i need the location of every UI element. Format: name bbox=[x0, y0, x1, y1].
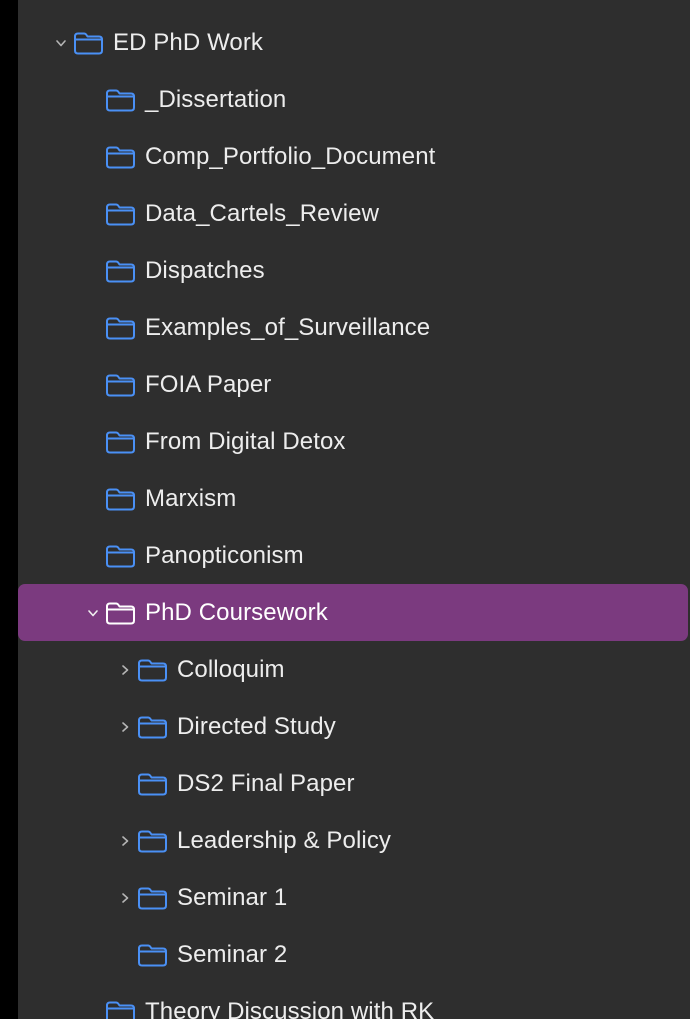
folder-icon bbox=[105, 202, 136, 226]
folder-label: From Digital Detox bbox=[145, 427, 346, 455]
tree-row[interactable]: Seminar 1 bbox=[18, 869, 688, 926]
chevron-right-icon[interactable] bbox=[118, 663, 132, 677]
folder-label: Colloquim bbox=[177, 655, 285, 683]
chevron-down-icon[interactable] bbox=[54, 36, 68, 50]
folder-icon bbox=[137, 658, 168, 682]
tree-row[interactable]: FOIA Paper bbox=[18, 356, 688, 413]
folder-icon bbox=[105, 487, 136, 511]
folder-label: DS2 Final Paper bbox=[177, 769, 355, 797]
folder-label: Dispatches bbox=[145, 256, 265, 284]
folder-icon bbox=[137, 943, 168, 967]
tree-row[interactable]: Directed Study bbox=[18, 698, 688, 755]
folder-label: Marxism bbox=[145, 484, 237, 512]
folder-label: Seminar 1 bbox=[177, 883, 288, 911]
tree-row[interactable]: Marxism bbox=[18, 470, 688, 527]
tree-row[interactable]: DS2 Final Paper bbox=[18, 755, 688, 812]
folder-label: Leadership & Policy bbox=[177, 826, 392, 854]
folder-label: ED PhD Work bbox=[113, 28, 264, 56]
chevron-right-icon[interactable] bbox=[118, 891, 132, 905]
tree-row[interactable]: ED PhD Work bbox=[18, 14, 688, 71]
tree-row[interactable]: _Dissertation bbox=[18, 71, 688, 128]
folder-icon bbox=[137, 715, 168, 739]
tree-row[interactable]: PhD Coursework bbox=[18, 584, 688, 641]
tree-row[interactable]: Examples_of_Surveillance bbox=[18, 299, 688, 356]
folder-label: Comp_Portfolio_Document bbox=[145, 142, 436, 170]
folder-label: Data_Cartels_Review bbox=[145, 199, 380, 227]
folder-icon bbox=[105, 259, 136, 283]
folder-icon bbox=[105, 373, 136, 397]
sidebar-folder-tree: ED PhD Work _Dissertation Comp_Portfolio_D… bbox=[18, 0, 690, 1019]
folder-label: PhD Coursework bbox=[145, 598, 328, 626]
tree-row[interactable]: Dispatches bbox=[18, 242, 688, 299]
tree-row[interactable]: Panopticonism bbox=[18, 527, 688, 584]
tree-row[interactable]: From Digital Detox bbox=[18, 413, 688, 470]
folder-icon bbox=[105, 88, 136, 112]
folder-label: Directed Study bbox=[177, 712, 336, 740]
folder-icon bbox=[105, 430, 136, 454]
folder-icon bbox=[105, 544, 136, 568]
folder-icon bbox=[105, 601, 136, 625]
chevron-right-icon[interactable] bbox=[118, 720, 132, 734]
folder-icon bbox=[137, 829, 168, 853]
folder-label: _Dissertation bbox=[145, 85, 287, 113]
chevron-down-icon[interactable] bbox=[86, 606, 100, 620]
tree-row[interactable]: Seminar 2 bbox=[18, 926, 688, 983]
folder-icon bbox=[73, 31, 104, 55]
tree-row[interactable]: Colloquim bbox=[18, 641, 688, 698]
folder-icon bbox=[105, 316, 136, 340]
folder-label: Seminar 2 bbox=[177, 940, 288, 968]
tree-row[interactable]: Data_Cartels_Review bbox=[18, 185, 688, 242]
folder-label: FOIA Paper bbox=[145, 370, 272, 398]
folder-icon bbox=[137, 772, 168, 796]
folder-icon bbox=[137, 886, 168, 910]
folder-icon bbox=[105, 145, 136, 169]
folder-label: Examples_of_Surveillance bbox=[145, 313, 431, 341]
tree-row[interactable]: Comp_Portfolio_Document bbox=[18, 128, 688, 185]
folder-label: Panopticonism bbox=[145, 541, 304, 569]
folder-label: Theory Discussion with RK bbox=[145, 997, 435, 1019]
tree-row[interactable]: Leadership & Policy bbox=[18, 812, 688, 869]
folder-icon bbox=[105, 1000, 136, 1019]
chevron-right-icon[interactable] bbox=[118, 834, 132, 848]
tree-row[interactable]: Theory Discussion with RK bbox=[18, 983, 688, 1019]
